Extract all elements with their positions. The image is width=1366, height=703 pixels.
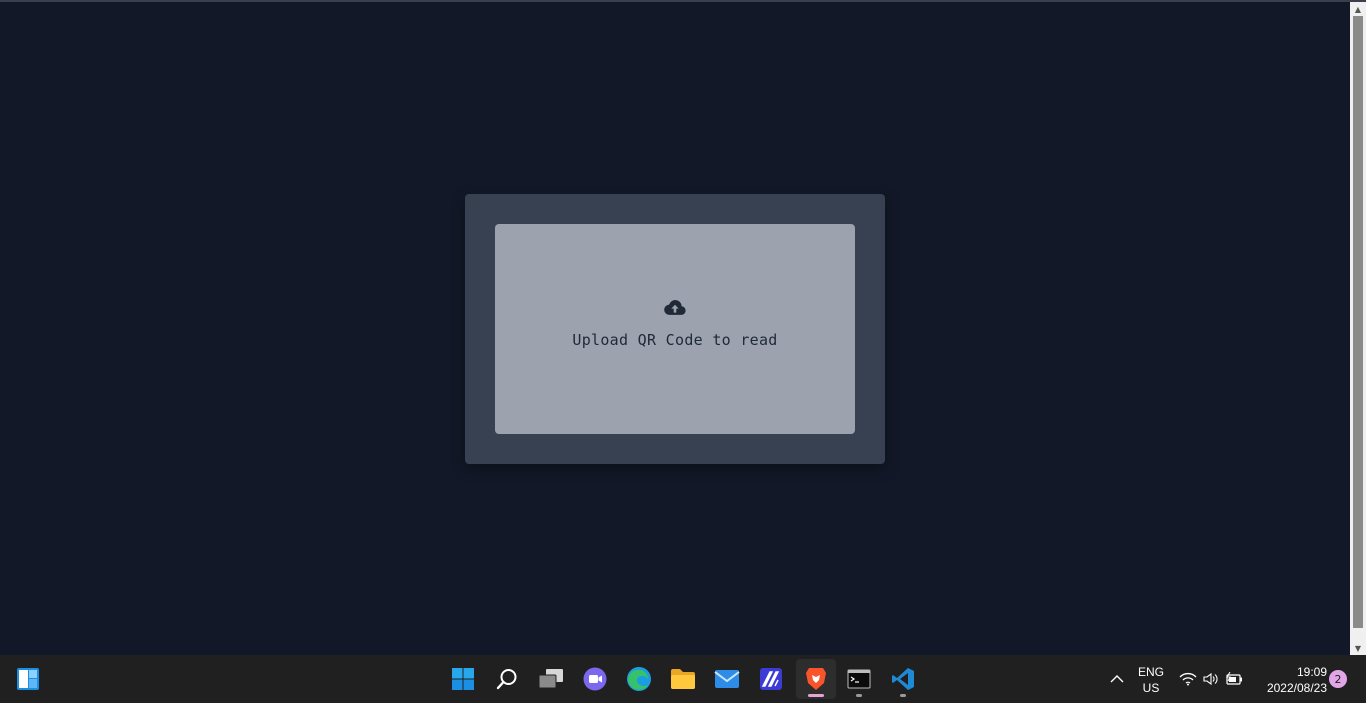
vscode-icon	[892, 668, 914, 690]
mail-icon	[714, 670, 740, 688]
volume-icon	[1203, 672, 1218, 686]
upload-dropzone[interactable]: Upload QR Code to read	[495, 224, 855, 434]
clock-date: 2022/08/23	[1266, 681, 1327, 695]
show-hidden-icons-button[interactable]	[1101, 659, 1133, 699]
vscode-running-indicator	[900, 694, 906, 697]
cloud-upload-icon	[664, 300, 686, 315]
language-code: ENG	[1137, 665, 1164, 679]
clock[interactable]: 19:09 2022/08/23	[1255, 664, 1327, 696]
terminal-button[interactable]	[839, 659, 879, 699]
scrollbar-thumb[interactable]	[1353, 16, 1363, 628]
mail-button[interactable]	[707, 659, 747, 699]
language-indicator[interactable]: ENG US	[1134, 664, 1168, 696]
brave-button[interactable]	[796, 659, 836, 699]
page-content: Upload QR Code to read	[0, 2, 1350, 655]
quick-settings-button[interactable]	[1176, 659, 1246, 699]
chat-icon	[583, 667, 607, 691]
widgets-icon	[17, 668, 39, 690]
terminal-running-indicator	[856, 694, 862, 697]
notification-badge[interactable]: 2	[1329, 670, 1347, 688]
vertical-scrollbar[interactable]: ▲ ▼	[1350, 2, 1366, 655]
brave-lion-icon	[806, 668, 826, 690]
wifi-icon	[1179, 672, 1197, 686]
edge-icon	[627, 667, 651, 691]
language-region: US	[1142, 681, 1160, 695]
terminal-icon	[847, 669, 871, 689]
taskbar: ENG US 19:09 2022/08/23	[0, 655, 1366, 703]
scroll-down-icon[interactable]: ▼	[1350, 641, 1366, 655]
search-icon	[496, 669, 517, 690]
upload-label: Upload QR Code to read	[572, 331, 778, 349]
task-view-icon	[538, 669, 563, 689]
brave-active-indicator	[808, 694, 824, 697]
search-button[interactable]	[487, 659, 527, 699]
app-icon	[760, 668, 782, 690]
file-explorer-button[interactable]	[663, 659, 703, 699]
edge-button[interactable]	[619, 659, 659, 699]
battery-charging-icon	[1226, 672, 1242, 685]
start-button[interactable]	[443, 659, 483, 699]
vscode-button[interactable]	[883, 659, 923, 699]
task-view-button[interactable]	[531, 659, 571, 699]
app-button[interactable]	[751, 659, 791, 699]
clock-time: 19:09	[1296, 665, 1327, 679]
widgets-button[interactable]	[8, 659, 48, 699]
chevron-up-icon	[1110, 675, 1124, 683]
folder-icon	[671, 669, 695, 689]
scroll-up-icon[interactable]: ▲	[1350, 2, 1366, 16]
windows-logo-icon	[452, 668, 474, 690]
chat-button[interactable]	[575, 659, 615, 699]
upload-card: Upload QR Code to read	[465, 194, 885, 464]
